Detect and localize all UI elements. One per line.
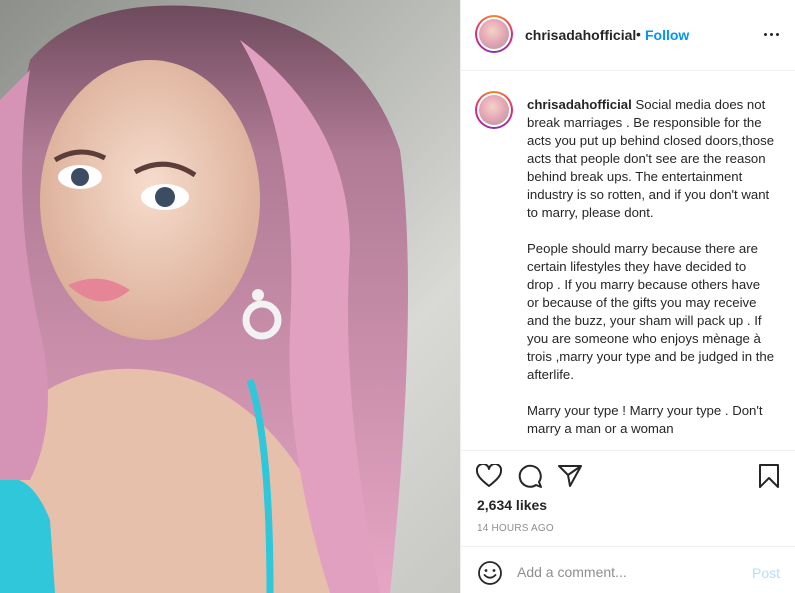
comment-icon[interactable] <box>517 463 543 489</box>
emoji-icon[interactable] <box>477 560 503 586</box>
caption-scroll-area[interactable]: chrisadahofficial Social media does not … <box>461 71 795 450</box>
post-caption: chrisadahofficial Social media does not … <box>527 96 775 450</box>
separator-dot: • <box>636 26 641 42</box>
bookmark-icon[interactable] <box>758 463 780 489</box>
caption-username[interactable]: chrisadahofficial <box>527 97 632 112</box>
portrait-illustration <box>0 5 408 593</box>
header-username[interactable]: chrisadahofficial <box>525 27 636 43</box>
share-icon[interactable] <box>557 463 583 489</box>
post-timestamp[interactable]: 14 HOURS AGO <box>477 523 554 534</box>
caption-paragraph-2: People should marry because there are ce… <box>527 241 775 382</box>
caption-paragraph-1: Social media does not break marriages . … <box>527 97 775 220</box>
avatar[interactable] <box>475 15 513 53</box>
caption-paragraph-3: Marry your type ! Marry your type . Don'… <box>527 403 763 436</box>
post-comment-button[interactable]: Post <box>752 565 780 581</box>
post-image[interactable] <box>0 0 460 593</box>
more-options-icon[interactable] <box>763 26 781 42</box>
heart-icon[interactable] <box>476 464 502 488</box>
likes-count[interactable]: 2,634 likes <box>477 497 547 513</box>
post-header: chrisadahofficial • Follow <box>461 0 795 71</box>
comment-input[interactable] <box>517 564 737 580</box>
caption-avatar[interactable] <box>475 91 513 129</box>
comment-bar: Post <box>461 546 795 593</box>
post-side-panel: chrisadahofficial • Follow chrisadahoffi… <box>460 0 795 593</box>
action-bar: 2,634 likes 14 HOURS AGO <box>461 450 795 544</box>
follow-button[interactable]: Follow <box>645 27 689 43</box>
